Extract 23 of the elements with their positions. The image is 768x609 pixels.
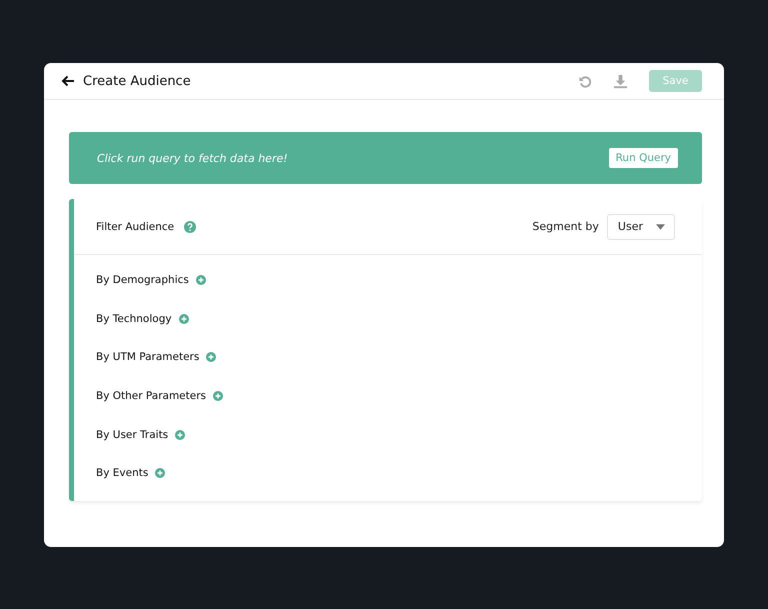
banner-message: Click run query to fetch data here! <box>97 152 289 164</box>
add-icon[interactable] <box>155 468 166 478</box>
add-icon[interactable] <box>178 314 189 324</box>
add-icon[interactable] <box>213 391 224 402</box>
add-icon[interactable] <box>175 430 186 440</box>
add-icon[interactable] <box>196 275 206 286</box>
help-icon[interactable] <box>184 220 196 232</box>
segment-label: Segment by <box>532 220 599 233</box>
filter-group-label: By User Traits <box>96 428 168 441</box>
filter-title: Filter Audience <box>96 220 174 232</box>
refresh-icon[interactable] <box>578 74 593 88</box>
caret-icon <box>656 224 665 230</box>
filter-group-label: By UTM Parameters <box>96 351 200 364</box>
add-icon[interactable] <box>206 352 216 362</box>
filter-group-label: By Technology <box>96 312 172 325</box>
filter-group-label: By Demographics <box>96 274 189 286</box>
segment-dropdown[interactable]: User <box>606 214 675 240</box>
download-icon[interactable] <box>613 74 628 88</box>
page-title: Create Audience <box>83 74 191 88</box>
filter-group-label: By Events <box>96 467 148 480</box>
run-query-button[interactable]: Run Query <box>608 148 678 168</box>
back-arrow-icon[interactable] <box>61 75 75 87</box>
filter-group-label: By Other Parameters <box>96 390 206 402</box>
